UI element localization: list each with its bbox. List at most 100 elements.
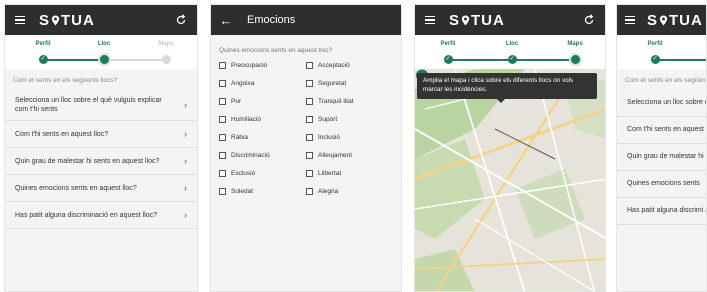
list-item-emotions[interactable]: Quines emocions sents xyxy=(617,171,706,198)
emotion-checkbox[interactable]: Humiliació xyxy=(219,116,306,123)
step-todo-dot xyxy=(161,55,171,64)
emotion-label: Acceptació xyxy=(318,62,350,69)
list-item-discomfort[interactable]: Quin grau de malestar hi aquest lloc? xyxy=(617,144,706,171)
chevron-right-icon: › xyxy=(184,156,187,167)
checkbox-box[interactable] xyxy=(219,152,226,159)
app-logo: S TUA xyxy=(449,12,505,29)
step-label-perfil[interactable]: Perfil xyxy=(635,41,675,47)
refresh-icon[interactable] xyxy=(583,14,595,26)
step-current-dot xyxy=(570,55,580,64)
emotion-checkbox[interactable]: Llibertat xyxy=(306,170,393,177)
list-item-discrimination[interactable]: Has patit alguna discrimi aquest lloc? xyxy=(617,198,706,225)
screen-title: Emocions xyxy=(247,14,296,26)
checkbox-box[interactable] xyxy=(219,188,226,195)
screen-map: S TUA Perfil Lloc Maps ✓ ✓ Amplia el map… xyxy=(414,4,606,292)
step-done-check-icon: ✓ xyxy=(38,55,48,64)
map-streets xyxy=(415,69,605,291)
app-logo: S TUA xyxy=(647,12,703,29)
checkbox-box[interactable] xyxy=(219,98,226,105)
list-item-feeling[interactable]: Com t'hi sents en aquest lloc? › xyxy=(5,121,197,149)
app-bar: ← Emocions xyxy=(211,5,401,35)
checkbox-box[interactable] xyxy=(219,62,226,69)
emotion-checkbox[interactable]: Alegria xyxy=(306,188,393,195)
checkbox-box[interactable] xyxy=(219,134,226,141)
step-done-check-icon: ✓ xyxy=(650,55,660,64)
emotion-label: Exclusió xyxy=(231,170,256,177)
hamburger-menu-icon[interactable] xyxy=(625,15,635,25)
checkbox-box[interactable] xyxy=(219,80,226,87)
list-item-label: Quin grau de malestar hi sents en aquest… xyxy=(15,157,160,165)
list-item-select-place[interactable]: Selecciona un lloc sobre el què vulguis … xyxy=(5,90,197,122)
emotion-checkbox[interactable]: Acceptació xyxy=(306,62,393,69)
emotion-checkbox[interactable]: Discriminació xyxy=(219,152,306,159)
emotion-label: Alleujament xyxy=(318,152,352,159)
emotion-checkbox[interactable]: Ràbia xyxy=(219,134,306,141)
emotion-label: Tranquil·litat xyxy=(318,98,354,105)
emotion-checkbox[interactable]: Alleujament xyxy=(306,152,393,159)
hamburger-menu-icon[interactable] xyxy=(423,15,437,25)
checkbox-box[interactable] xyxy=(306,152,313,159)
list-item-discrimination[interactable]: Has patit alguna discriminació en aquest… xyxy=(5,202,197,230)
step-label-perfil[interactable]: Perfil xyxy=(23,41,63,47)
logo-text-start: S xyxy=(39,11,51,29)
step-label-perfil[interactable]: Perfil xyxy=(428,41,468,47)
list-item-label: Quines emocions sents xyxy=(627,180,700,188)
checkbox-box[interactable] xyxy=(219,170,226,177)
app-logo: S TUA xyxy=(39,12,95,29)
emotion-checkbox[interactable]: Soledat xyxy=(219,188,306,195)
question-list: Selecciona un lloc sobre el què vulguis … xyxy=(5,90,197,230)
hamburger-menu-icon[interactable] xyxy=(13,15,27,25)
emotion-label: Inclusió xyxy=(318,134,341,141)
list-item-emotions[interactable]: Quines emocions sents en aquest lloc? › xyxy=(5,175,197,203)
checkbox-box[interactable] xyxy=(306,134,313,141)
refresh-icon[interactable] xyxy=(175,14,187,26)
list-item-discomfort[interactable]: Quin grau de malestar hi sents en aquest… xyxy=(5,148,197,176)
emotion-checkbox[interactable]: Tranquil·litat xyxy=(306,98,393,105)
checkbox-box[interactable] xyxy=(306,62,313,69)
checkbox-box[interactable] xyxy=(219,116,226,123)
logo-text-start: S xyxy=(647,11,659,29)
map-view[interactable]: Amplia el mapa i clica sobre els diferen… xyxy=(415,69,605,291)
step-label-maps[interactable]: Maps xyxy=(555,41,595,47)
progress-stepper: Perfil Lloc Maps ✓ ✓ xyxy=(415,35,605,69)
list-item-label: Has patit alguna discrimi aquest lloc? xyxy=(627,207,706,215)
list-item-label: Selecciona un lloc sobre el què vulguis … xyxy=(15,97,162,114)
emotion-checkbox[interactable]: Suport xyxy=(306,116,393,123)
section-question: Com et sents en els següen xyxy=(625,77,706,84)
step-line-todo xyxy=(104,59,166,61)
step-label-maps[interactable]: Maps xyxy=(146,41,186,47)
app-bar: S TUA xyxy=(5,5,197,35)
logo-pin-icon xyxy=(51,15,60,25)
emotion-checkbox[interactable]: Exclusió xyxy=(219,170,306,177)
emotion-checkbox[interactable]: Angoixa xyxy=(219,80,306,87)
emotion-checkbox[interactable]: Por xyxy=(219,98,306,105)
emotion-label: Alegria xyxy=(318,188,339,195)
emotion-checkbox[interactable]: Inclusió xyxy=(306,134,393,141)
back-arrow-icon[interactable]: ← xyxy=(219,13,233,28)
checkbox-box[interactable] xyxy=(306,116,313,123)
emotion-label: Ràbia xyxy=(231,134,248,141)
logo-pin-icon xyxy=(659,15,668,25)
emotion-checkbox[interactable]: Preocupació xyxy=(219,62,306,69)
logo-pin-icon xyxy=(461,15,470,25)
list-item-select-place[interactable]: Selecciona un lloc sobre explicar com t'… xyxy=(617,90,706,117)
question-list: Selecciona un lloc sobre explicar com t'… xyxy=(617,90,706,225)
emotions-question: Quines emocions sents en aquest lloc? xyxy=(219,47,333,54)
step-label-lloc[interactable]: Lloc xyxy=(84,41,124,47)
list-item-feeling[interactable]: Com t'hi sents en aquest xyxy=(617,117,706,144)
screen-emotions: ← Emocions Quines emocions sents en aque… xyxy=(210,4,402,292)
emotion-label: Humiliació xyxy=(231,116,261,123)
logo-text-end: TUA xyxy=(471,11,505,29)
checkbox-box[interactable] xyxy=(306,80,313,87)
progress-stepper: Perfil Lloc Maps ✓ xyxy=(5,35,197,69)
emotion-checkbox[interactable]: Seguretat xyxy=(306,80,393,87)
checkbox-box[interactable] xyxy=(306,188,313,195)
step-label-lloc[interactable]: Lloc xyxy=(492,41,532,47)
app-bar: S TUA xyxy=(415,5,605,35)
checkbox-box[interactable] xyxy=(306,170,313,177)
checkbox-box[interactable] xyxy=(306,98,313,105)
list-item-label: Quines emocions sents en aquest lloc? xyxy=(15,184,137,192)
list-item-label: Com t'hi sents en aquest lloc? xyxy=(15,130,109,138)
step-done-check-icon: ✓ xyxy=(443,55,453,64)
screen-location-menu-cropped: S TUA Perfil ✓ Com et sents en els següe… xyxy=(616,4,707,292)
